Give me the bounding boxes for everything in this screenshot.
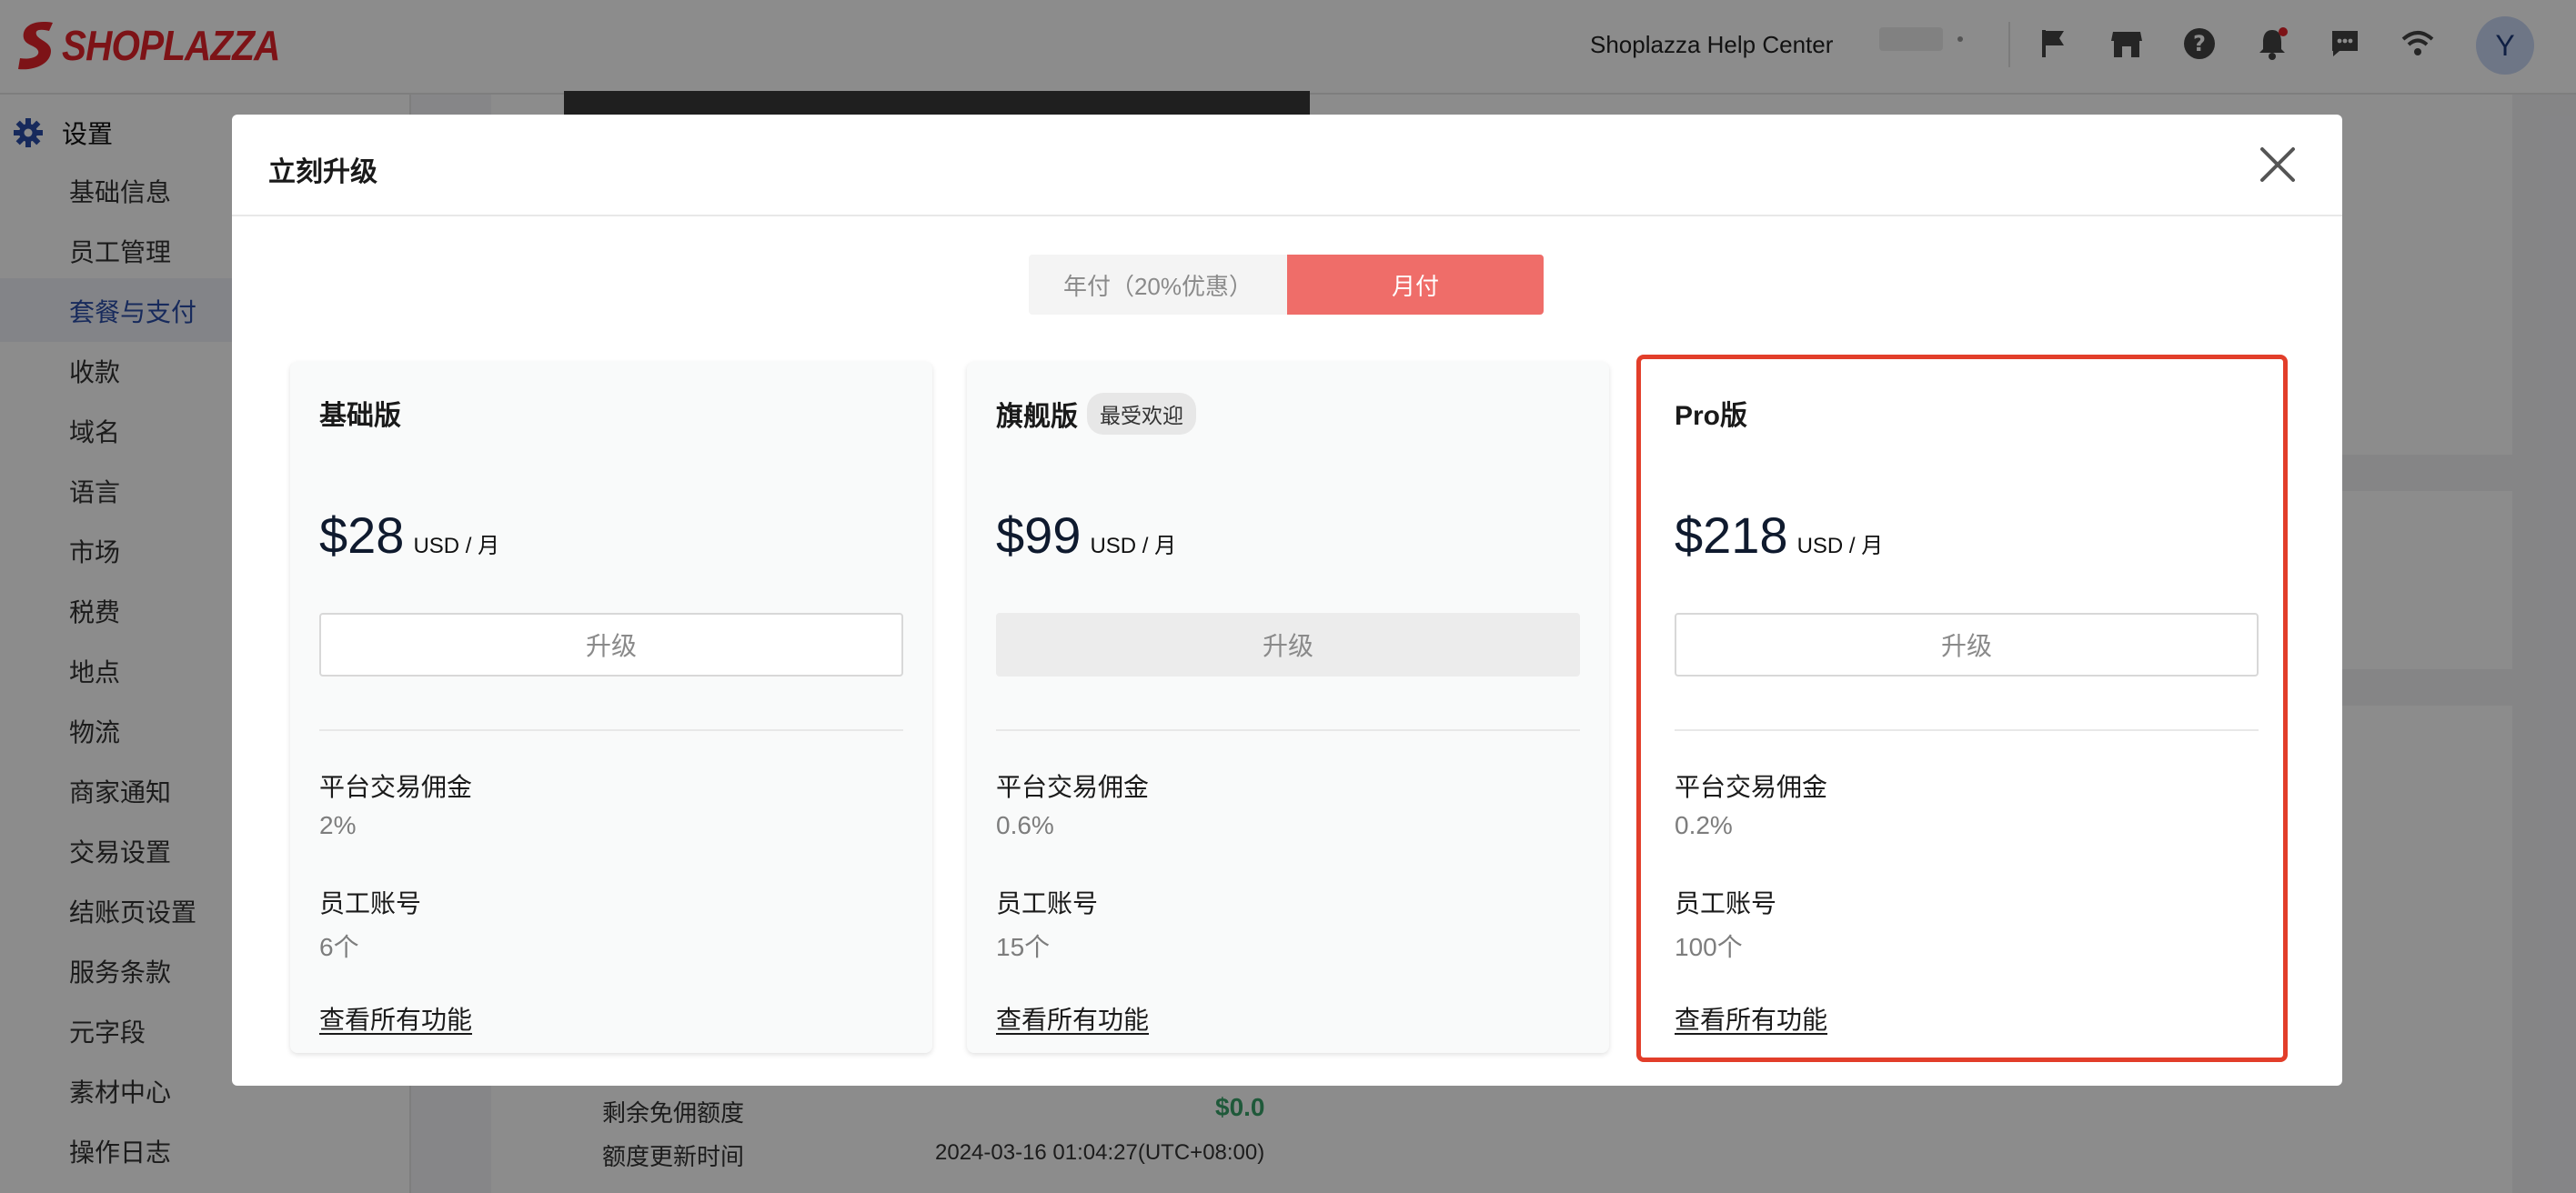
price-amount: $99 <box>996 506 1082 564</box>
staff-accounts-label: 员工账号 <box>1675 889 1777 917</box>
modal-header: 立刻升级 <box>232 115 2342 216</box>
see-all-features-link[interactable]: 查看所有功能 <box>319 1000 472 1037</box>
staff-accounts-value: 15个 <box>996 933 1051 961</box>
plan-name: Pro版 <box>1675 393 1747 433</box>
divider <box>319 729 903 731</box>
plan-card-basic: 基础版 $28 USD / 月 升级 平台交易佣金 2% 员工账号 6个 查看所… <box>290 362 932 1053</box>
price-amount: $218 <box>1675 506 1788 564</box>
billing-option-monthly[interactable]: 月付 <box>1287 255 1544 315</box>
upgrade-modal: 立刻升级 年付（20%优惠） 月付 基础版 $28 USD / 月 升级 平台交… <box>232 115 2342 1086</box>
see-all-features-link[interactable]: 查看所有功能 <box>996 1000 1149 1037</box>
commission-value: 0.6% <box>996 811 1054 839</box>
close-icon[interactable] <box>2259 145 2297 184</box>
upgrade-button[interactable]: 升级 <box>319 613 903 677</box>
staff-accounts-label: 员工账号 <box>996 889 1099 917</box>
plan-card-flagship: 旗舰版 最受欢迎 $99 USD / 月 升级 平台交易佣金 0.6% 员工账号… <box>967 362 1609 1053</box>
divider <box>1675 729 2259 731</box>
plan-title: 旗舰版 <box>996 402 1078 432</box>
billing-option-yearly[interactable]: 年付（20%优惠） <box>1029 255 1287 315</box>
plan-title: Pro版 <box>1675 401 1748 431</box>
most-popular-badge: 最受欢迎 <box>1087 393 1196 435</box>
plan-price: $28 USD / 月 <box>319 506 499 565</box>
divider <box>996 729 1580 731</box>
commission-label: 平台交易佣金 <box>319 773 473 801</box>
plan-price: $99 USD / 月 <box>996 506 1176 565</box>
plan-title: 基础版 <box>319 401 401 431</box>
see-all-features-link[interactable]: 查看所有功能 <box>1675 1000 1827 1037</box>
price-unit: USD / 月 <box>413 534 500 558</box>
upgrade-button[interactable]: 升级 <box>1675 613 2259 677</box>
commission-value: 0.2% <box>1675 811 1733 839</box>
commission-label: 平台交易佣金 <box>996 773 1150 801</box>
billing-cycle-toggle: 年付（20%优惠） 月付 <box>1029 255 1544 315</box>
plan-price: $218 USD / 月 <box>1675 506 1883 565</box>
plan-name: 基础版 <box>319 393 401 433</box>
staff-accounts-value: 100个 <box>1675 933 1743 961</box>
staff-accounts-value: 6个 <box>319 933 359 961</box>
price-unit: USD / 月 <box>1090 534 1177 558</box>
plan-name: 旗舰版 最受欢迎 <box>996 393 1196 435</box>
commission-value: 2% <box>319 811 357 839</box>
modal-title: 立刻升级 <box>268 157 377 187</box>
price-amount: $28 <box>319 506 405 564</box>
commission-label: 平台交易佣金 <box>1675 773 1828 801</box>
staff-accounts-label: 员工账号 <box>319 889 422 917</box>
plan-card-pro: Pro版 $218 USD / 月 升级 平台交易佣金 0.2% 员工账号 10… <box>1636 355 2288 1062</box>
upgrade-button[interactable]: 升级 <box>996 613 1580 677</box>
price-unit: USD / 月 <box>1796 534 1884 558</box>
